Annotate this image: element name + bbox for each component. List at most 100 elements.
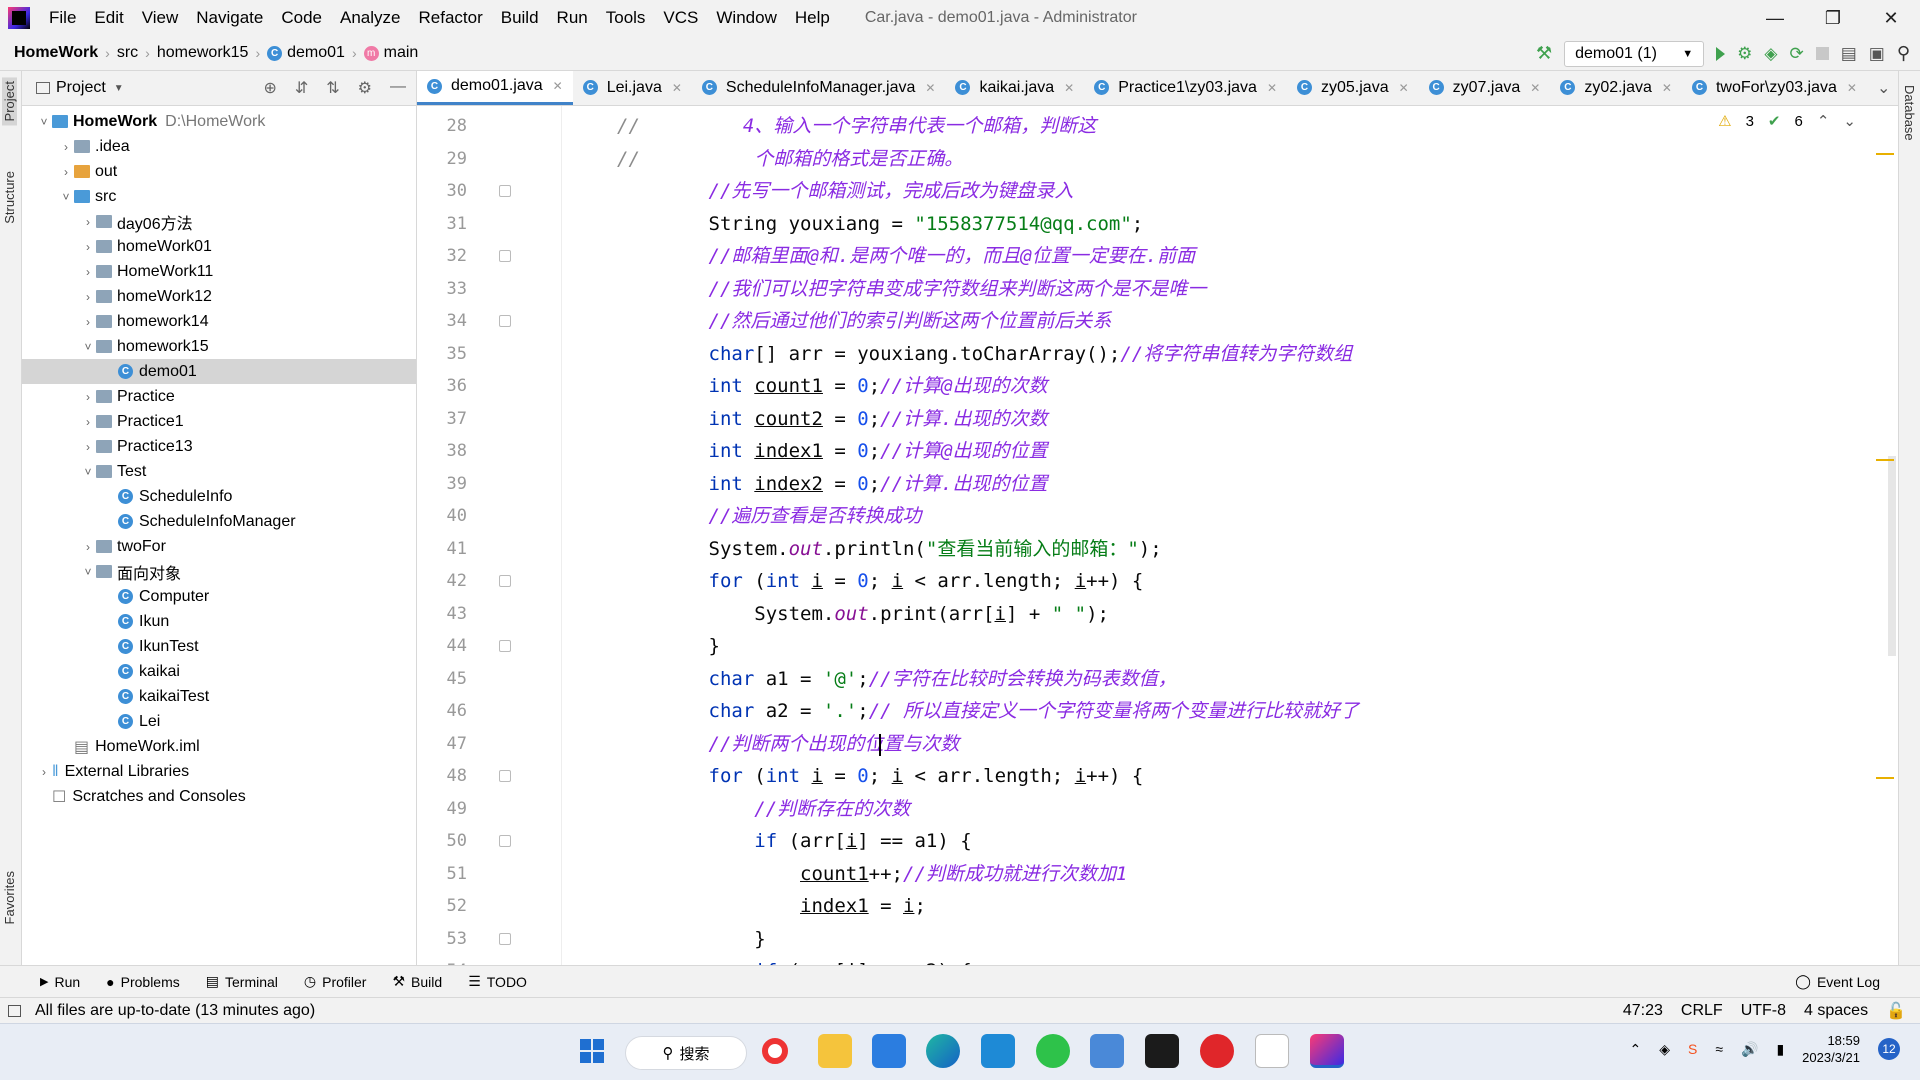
minimize-icon[interactable]: — [1746,0,1804,36]
typora-icon[interactable] [1255,1034,1289,1068]
close-icon[interactable]: ✕ [1862,0,1920,36]
code-line[interactable]: //判断存在的次数 [617,793,910,825]
editor-tab[interactable]: CtwoFor\zy03.java ✕ [1682,71,1867,105]
favorites-tool-tab[interactable]: Favorites [2,871,17,924]
chevron-right-icon[interactable]: › [80,215,96,229]
input-method-icon[interactable]: ◈ [1659,1041,1670,1058]
project-panel-title[interactable]: Project [56,79,106,97]
tree-item[interactable]: › homework14 [22,309,416,334]
chevron-up-icon[interactable]: ⌃ [1629,1041,1641,1058]
code-line[interactable]: char a2 = '.';// 所以直接定义一个字符变量将两个变量进行比较就好… [617,695,1360,727]
code-line[interactable]: } [617,630,720,662]
caret-position[interactable]: 47:23 [1623,1002,1663,1020]
code-line[interactable]: System.out.print(arr[i] + " "); [617,598,1109,630]
tree-item[interactable]: › HomeWork11 [22,259,416,284]
notification-badge[interactable]: 12 [1878,1038,1900,1060]
code-line[interactable]: if (arr[i] == a2) { [617,955,971,965]
code-line[interactable]: for (int i = 0; i < arr.length; i++) { [617,760,1144,792]
close-tab-icon[interactable]: ✕ [1399,81,1409,95]
chevron-right-icon[interactable]: › [80,240,96,254]
fold-marker-icon[interactable] [499,315,511,327]
editor-tab[interactable]: C ScheduleInfoManager.java ✕ [692,71,946,105]
photos-app-icon[interactable] [872,1034,906,1068]
run-icon[interactable] [1716,46,1726,61]
tree-item[interactable]: › Practice13 [22,434,416,459]
code-line[interactable]: String youxiang = "1558377514@qq.com"; [617,208,1144,240]
todo-tool-button[interactable]: ☰ TODO [468,973,527,990]
collapse-all-icon[interactable]: ⇅ [326,78,339,98]
menu-build[interactable]: Build [492,0,548,36]
code-line[interactable]: int count1 = 0;//计算@出现的次数 [617,370,1048,402]
code-line[interactable]: System.out.println("查看当前输入的邮箱："); [617,533,1162,565]
hide-panel-icon[interactable]: — [390,78,406,98]
breadcrumb-project[interactable]: HomeWork [14,44,98,62]
code-line[interactable]: //判断两个出现的位置与次数 [617,728,960,760]
screen-recorder-icon[interactable] [762,1038,788,1064]
code-line[interactable]: //先写一个邮箱测试，完成后改为键盘录入 [617,175,1074,207]
code-line[interactable]: int index1 = 0;//计算@出现的位置 [617,435,1048,467]
chevron-down-icon[interactable]: ˅ [80,340,96,354]
tabs-overflow-icon[interactable]: ⌄ [1867,71,1898,105]
code-line[interactable]: //我们可以把字符串变成字符数组来判断这两个是不是唯一 [617,273,1207,305]
search-icon[interactable]: ⚲ [1897,43,1910,64]
tree-item[interactable]: Cdemo01 [22,359,416,384]
profile-icon[interactable]: ⟳ [1789,44,1803,64]
tree-item[interactable]: C IkunTest [22,634,416,659]
warning-marker[interactable] [1876,777,1894,779]
tree-item[interactable]: › day06方法 [22,209,416,234]
chevron-right-icon[interactable]: › [80,290,96,304]
command-prompt-icon[interactable] [1145,1034,1179,1068]
chevron-right-icon[interactable]: › [58,140,74,154]
tree-item[interactable]: › out [22,159,416,184]
chevron-right-icon[interactable]: › [80,265,96,279]
chevron-down-icon[interactable]: ⌄ [1843,112,1856,130]
terminal-tool-button[interactable]: ▤ Terminal [206,973,278,990]
chevron-right-icon[interactable]: › [80,415,96,429]
fold-marker-icon[interactable] [499,932,511,945]
tree-item[interactable]: C ScheduleInfo [22,484,416,509]
tree-item[interactable]: › Practice [22,384,416,409]
menu-code[interactable]: Code [272,0,331,36]
tree-item[interactable]: ˅ src [22,184,416,209]
menu-run[interactable]: Run [548,0,597,36]
fold-marker-icon[interactable] [499,250,511,262]
tree-item[interactable]: › twoFor [22,534,416,559]
chevron-down-icon[interactable]: ˅ [80,565,96,579]
tree-item[interactable]: CkaikaiTest [22,684,416,709]
taskbar-clock[interactable]: 18:59 2023/3/21 [1802,1032,1860,1066]
build-tool-button[interactable]: ⚒ Build [392,973,442,990]
edge-browser-icon[interactable] [926,1034,960,1068]
editor-tab[interactable]: C Lei.java ✕ [573,71,692,105]
tree-item[interactable]: › ‖ External Libraries [22,759,416,784]
tree-item[interactable]: ˅ Test [22,459,416,484]
status-panel-icon[interactable] [8,1004,21,1017]
chevron-down-icon[interactable]: ˅ [80,465,96,479]
editor-scrollbar[interactable] [1888,456,1896,656]
sogou-icon[interactable]: S [1688,1041,1697,1057]
menu-analyze[interactable]: Analyze [331,0,409,36]
chevron-right-icon[interactable]: › [80,315,96,329]
stop-icon[interactable] [1815,47,1829,60]
code-line[interactable]: //邮箱里面@和.是两个唯一的，而且@位置一定要在.前面 [617,240,1196,272]
tree-item[interactable]: ˅ homework15 [22,334,416,359]
tree-item[interactable]: C Ikun [22,609,416,634]
coverage-icon[interactable]: ◈ [1764,44,1777,64]
code-line[interactable]: //然后通过他们的索引判断这两个位置前后关系 [617,305,1112,337]
problems-tool-button[interactable]: ● Problems [106,974,180,990]
code-line[interactable]: char[] arr = youxiang.toCharArray();//将字… [617,338,1353,370]
run-tool-button[interactable]: ▶ Run [40,974,80,990]
tree-item[interactable]: C ScheduleInfoManager [22,509,416,534]
vscode-icon[interactable] [981,1034,1015,1068]
status-message[interactable]: All files are up-to-date (13 minutes ago… [35,1002,315,1020]
code-line[interactable]: } [617,923,765,955]
breadcrumb-method[interactable]: m main [363,44,418,62]
breadcrumb-package[interactable]: homework15 [157,44,249,62]
editor-tab[interactable]: Czy05.java ✕ [1287,71,1419,105]
menu-vcs[interactable]: VCS [654,0,707,36]
locate-file-icon[interactable]: ⊕ [263,78,276,98]
editor-tab[interactable]: Cdemo01.java ✕ [417,71,573,105]
close-tab-icon[interactable]: ✕ [1662,81,1672,95]
wechat-icon[interactable] [1036,1034,1070,1068]
menu-file[interactable]: File [40,0,85,36]
project-structure-icon[interactable]: ▤ [1841,44,1857,64]
